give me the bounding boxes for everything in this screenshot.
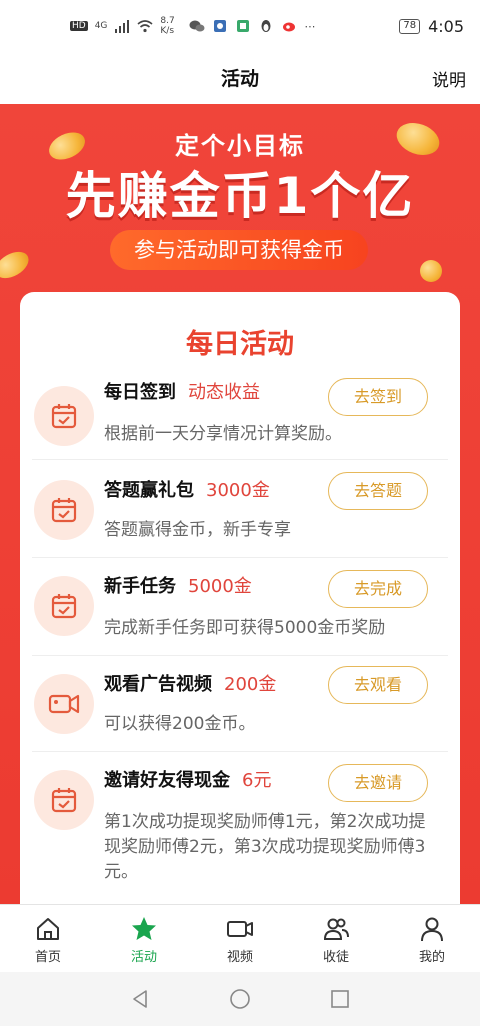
task-name-text: 答题赢礼包 <box>104 480 194 501</box>
coin-decoration <box>0 246 34 284</box>
app-icon <box>214 20 227 32</box>
hd-indicator: HD <box>70 21 88 31</box>
home-circle-icon[interactable] <box>229 988 251 1010</box>
signin-button[interactable]: 去签到 <box>328 378 428 416</box>
task-item-newbie: 新手任务 5000金 去完成 完成新手任务即可获得5000金币奖励 <box>32 558 448 656</box>
calendar-check-icon <box>34 480 94 540</box>
network-type: 4G <box>94 21 108 31</box>
tab-label: 我的 <box>418 950 445 965</box>
quiz-button[interactable]: 去答题 <box>328 472 428 510</box>
task-name-text: 观看广告视频 <box>104 674 212 695</box>
task-name: 每日签到 动态收益 <box>104 378 260 404</box>
task-name: 答题赢礼包 3000金 <box>104 476 270 502</box>
hero-title: 先赚金币1个亿 <box>65 167 415 225</box>
task-name: 新手任务 5000金 <box>104 572 252 598</box>
home-icon <box>37 918 59 940</box>
task-desc: 可以获得200金币。 <box>104 714 256 734</box>
coin-decoration <box>420 260 442 282</box>
tab-video[interactable]: 视频 <box>192 905 288 972</box>
wechat-icon <box>189 20 205 32</box>
tab-label: 首页 <box>34 950 61 965</box>
task-item-video: 观看广告视频 200金 去观看 可以获得200金币。 <box>32 656 448 752</box>
system-nav-bar <box>0 972 480 1026</box>
tab-mine[interactable]: 我的 <box>384 905 480 972</box>
wifi-icon <box>137 20 153 33</box>
more-icon: ⋯ <box>304 19 316 33</box>
status-bar: HD 4G 8.7 K/s ⋯ 78 4:05 <box>0 0 480 52</box>
card-title-wrap: 每日活动 <box>20 322 460 361</box>
task-item-quiz: 答题赢礼包 3000金 去答题 答题赢得金币，新手专享 <box>32 462 448 558</box>
video-camera-icon <box>34 674 94 734</box>
network-speed: 8.7 K/s <box>160 16 175 36</box>
task-desc: 根据前一天分享情况计算奖励。 <box>104 424 342 444</box>
card-title: 每日活动 <box>174 322 306 361</box>
task-desc: 第1次成功提现奖励师傅1元，第2次成功提现奖励师傅2元，第3次成功提现奖励师傅3… <box>104 812 426 882</box>
user-icon <box>421 917 443 942</box>
task-item-signin: 每日签到 动态收益 去签到 根据前一天分享情况计算奖励。 <box>32 372 448 460</box>
calendar-check-icon <box>34 386 94 446</box>
battery-indicator: 78 <box>399 18 421 34</box>
task-name: 观看广告视频 200金 <box>104 670 276 696</box>
task-desc: 完成新手任务即可获得5000金币奖励 <box>104 618 386 638</box>
task-reward: 3000金 <box>206 480 270 501</box>
weibo-icon <box>283 22 296 32</box>
bottom-tab-bar: 首页 活动 视频 收徒 我的 <box>0 904 480 972</box>
task-item-invite: 邀请好友得现金 6元 去邀请 第1次成功提现奖励师傅1元，第2次成功提现奖励师傅2… <box>32 752 448 912</box>
tab-activity[interactable]: 活动 <box>96 905 192 972</box>
clock: 4:05 <box>428 16 464 36</box>
penguin-icon <box>261 20 271 32</box>
hero-pill: 参与活动即可获得金币 <box>110 230 368 270</box>
help-link[interactable]: 说明 <box>432 66 466 91</box>
reader-icon <box>237 20 250 32</box>
calendar-check-icon <box>34 576 94 636</box>
star-icon <box>132 917 156 940</box>
tab-home[interactable]: 首页 <box>0 905 96 972</box>
invite-button[interactable]: 去邀请 <box>328 764 428 802</box>
tab-label: 收徒 <box>322 950 349 965</box>
back-icon[interactable] <box>129 988 151 1010</box>
users-icon <box>323 918 349 940</box>
status-left: HD 4G 8.7 K/s ⋯ <box>70 16 315 36</box>
page-title: 活动 <box>220 68 259 90</box>
task-name-text: 邀请好友得现金 <box>104 770 230 791</box>
task-desc: 答题赢得金币，新手专享 <box>104 520 291 540</box>
task-name-text: 每日签到 <box>104 382 176 403</box>
task-name-text: 新手任务 <box>104 576 176 597</box>
nav-bar: 活动 说明 <box>0 52 480 102</box>
calendar-check-icon <box>34 770 94 830</box>
signal-icon <box>115 20 130 33</box>
task-reward: 200金 <box>224 674 277 695</box>
tab-label: 视频 <box>226 950 253 965</box>
task-name: 邀请好友得现金 6元 <box>104 766 271 792</box>
task-reward: 5000金 <box>188 576 252 597</box>
daily-activity-card: 每日活动 每日签到 动态收益 去签到 根据前一天分享情况计算奖励。 答题赢礼包 30… <box>20 292 460 932</box>
task-reward: 动态收益 <box>188 382 260 403</box>
tab-label: 活动 <box>130 950 157 965</box>
tab-apprentice[interactable]: 收徒 <box>288 905 384 972</box>
task-reward: 6元 <box>242 770 272 791</box>
status-right: 78 4:05 <box>399 17 464 36</box>
watch-button[interactable]: 去观看 <box>328 666 428 704</box>
video-icon <box>227 921 253 937</box>
complete-button[interactable]: 去完成 <box>328 570 428 608</box>
recents-icon[interactable] <box>329 988 351 1010</box>
